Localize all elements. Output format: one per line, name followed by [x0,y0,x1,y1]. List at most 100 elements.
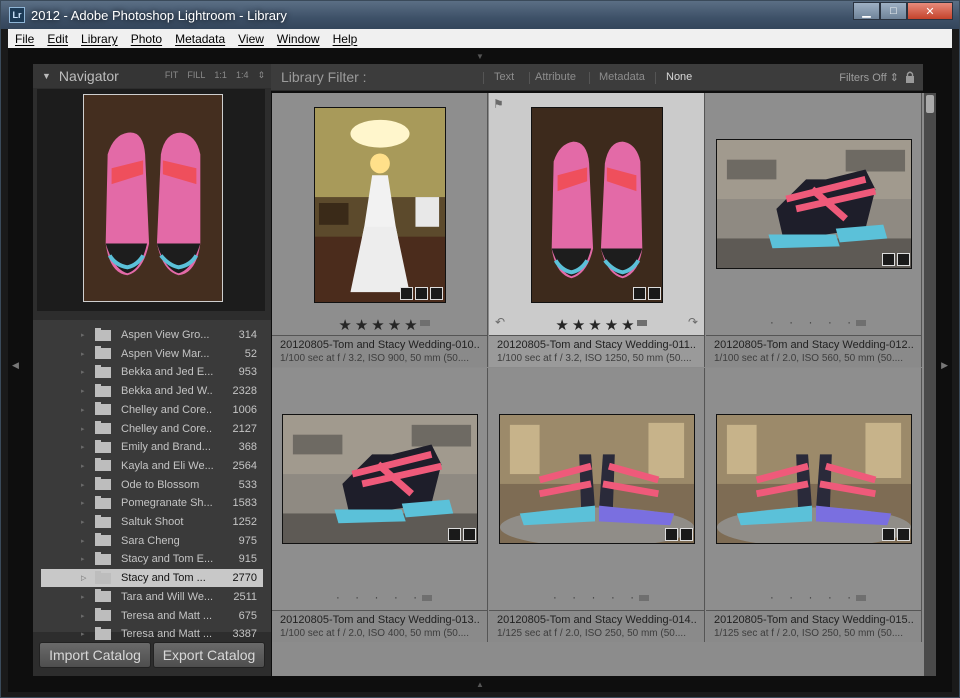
expand-triangle-icon[interactable]: ▸ [81,443,89,451]
cell-thumb-area[interactable]: · · · · · [489,368,704,610]
develop-adjust-icon[interactable] [430,287,443,300]
photo-thumbnail[interactable] [716,414,912,547]
expand-triangle-icon[interactable]: ▸ [81,612,89,620]
folder-row[interactable]: ▸ Aspen View Gro... 314 [41,326,263,344]
expand-triangle-icon[interactable]: ▸ [81,331,89,339]
lock-icon[interactable] [905,71,915,83]
navigator-header[interactable]: ▼ Navigator FIT FILL 1:1 1:4 ⇕ [33,64,271,88]
folder-row[interactable]: ▸ Tara and Will We... 2511 [41,588,263,606]
develop-adjust-icon[interactable] [680,528,693,541]
cell-thumb-area[interactable]: ★★★★★ [272,93,487,335]
collapse-triangle-icon[interactable]: ▼ [42,71,51,81]
expand-triangle-icon[interactable]: ▷ [81,574,89,582]
folder-row[interactable]: ▸ Teresa and Matt ... 3387 [41,625,263,643]
menu-library[interactable]: Library [74,32,124,46]
folder-row[interactable]: ▸ Stacy and Tom E... 915 [41,550,263,568]
keyword-tag-icon[interactable] [448,528,461,541]
zoom-fit[interactable]: FIT [165,70,179,81]
cell-thumb-area[interactable]: · · · · · [706,368,921,610]
filter-text[interactable]: Text [494,71,514,83]
menu-help[interactable]: Help [326,32,364,46]
cell-thumb-area[interactable]: · · · · · [706,93,921,335]
close-button[interactable]: ✕ [907,2,953,20]
menu-edit[interactable]: Edit [40,32,74,46]
menu-metadata[interactable]: Metadata [168,32,231,46]
expand-triangle-icon[interactable]: ▸ [81,518,89,526]
grid-cell[interactable]: ⚑ ↶ ↷ ★★★★★ 20120805-Tom and Stacy Wedding-0… [489,93,705,367]
photo-thumbnail[interactable] [531,107,663,303]
left-panel-toggle-icon[interactable]: ◀ [12,360,19,371]
photo-thumbnail[interactable] [314,107,446,303]
keyword-tag-icon[interactable] [882,253,895,266]
color-label-icon[interactable] [639,595,649,601]
expand-triangle-icon[interactable]: ▸ [81,537,89,545]
folder-row[interactable]: ▸ Ode to Blossom 533 [41,476,263,494]
folder-row[interactable]: ▸ Sara Cheng 975 [41,532,263,550]
navigator-preview[interactable] [37,89,265,311]
keyword-tag-icon[interactable] [665,528,678,541]
star-rating[interactable]: · · · · · [706,315,921,329]
folder-row[interactable]: ▸ Emily and Brand... 368 [41,438,263,456]
folder-row[interactable]: ▸ Aspen View Mar... 52 [41,345,263,363]
zoom-fill[interactable]: FILL [187,70,205,81]
maximize-button[interactable]: □ [880,2,907,20]
grid-cell[interactable]: · · · · · 20120805-Tom and Stacy Wedding-… [272,368,488,642]
expand-triangle-icon[interactable]: ▸ [81,630,89,638]
keyword-tag-icon[interactable] [400,287,413,300]
folder-row[interactable]: ▸ Pomegranate Sh... 1583 [41,494,263,512]
top-panel-toggle-icon[interactable]: ▼ [476,52,484,61]
expand-triangle-icon[interactable]: ▸ [81,555,89,563]
menu-photo[interactable]: Photo [124,32,168,46]
flag-icon[interactable]: ⚑ [493,97,504,111]
filter-metadata[interactable]: Metadata [599,71,645,83]
folder-row[interactable]: ▸ Bekka and Jed W... 2328 [41,382,263,400]
develop-adjust-icon[interactable] [897,528,910,541]
star-rating[interactable]: · · · · · [272,590,487,604]
folder-row[interactable]: ▸ Teresa and Matt ... 675 [41,607,263,625]
export-catalog-button[interactable]: Export Catalog [153,642,265,668]
expand-triangle-icon[interactable]: ▸ [81,462,89,470]
expand-triangle-icon[interactable]: ▸ [81,387,89,395]
zoom-1-4[interactable]: 1:4 [236,70,249,81]
star-rating[interactable]: · · · · · [489,590,704,604]
expand-triangle-icon[interactable]: ▸ [81,593,89,601]
photo-thumbnail[interactable] [499,414,695,547]
folder-row[interactable]: ▷ Stacy and Tom ... 2770 [41,569,263,588]
color-label-icon[interactable] [637,320,647,326]
minimize-button[interactable]: ▁ [853,2,880,20]
filter-none[interactable]: None [666,71,692,83]
folder-row[interactable]: ▸ Chelley and Core... 2127 [41,420,263,438]
expand-triangle-icon[interactable]: ▸ [81,499,89,507]
expand-triangle-icon[interactable]: ▸ [81,368,89,376]
color-label-icon[interactable] [856,320,866,326]
develop-adjust-icon[interactable] [897,253,910,266]
expand-triangle-icon[interactable]: ▸ [81,406,89,414]
right-panel-toggle-icon[interactable]: ▶ [941,360,948,371]
expand-triangle-icon[interactable]: ▸ [81,425,89,433]
import-catalog-button[interactable]: Import Catalog [39,642,151,668]
keyword-tag-icon[interactable] [882,528,895,541]
color-label-icon[interactable] [420,320,430,326]
photo-thumbnail[interactable] [716,139,912,269]
crop-icon[interactable] [415,287,428,300]
expand-triangle-icon[interactable]: ▸ [81,350,89,358]
folder-row[interactable]: ▸ Chelley and Core... 1006 [41,401,263,419]
develop-adjust-icon[interactable] [648,287,661,300]
grid-cell[interactable]: ★★★★★ 20120805-Tom and Stacy Wedding-010.… [272,93,488,367]
filter-presets-dropdown[interactable]: Filters Off ⇕ [839,71,899,84]
grid-scroll-thumb[interactable] [926,95,934,113]
menu-view[interactable]: View [231,32,270,46]
photo-thumbnail[interactable] [282,414,478,544]
folder-row[interactable]: ▸ Bekka and Jed E... 953 [41,363,263,381]
folder-row[interactable]: ▸ Saltuk Shoot 1252 [41,513,263,531]
filter-attribute[interactable]: Attribute [535,71,576,83]
color-label-icon[interactable] [422,595,432,601]
zoom-stepper-icon[interactable]: ⇕ [257,70,265,81]
expand-triangle-icon[interactable]: ▸ [81,481,89,489]
grid-cell[interactable]: · · · · · 20120805-Tom and Stacy Wedding-… [489,368,705,642]
title-bar[interactable]: Lr 2012 - Adobe Photoshop Lightroom - Li… [1,1,959,29]
star-rating[interactable]: · · · · · [706,590,921,604]
menu-file[interactable]: File [8,32,40,46]
star-rating[interactable]: ★★★★★ [489,316,704,334]
folder-row[interactable]: ▸ Kayla and Eli We... 2564 [41,457,263,475]
